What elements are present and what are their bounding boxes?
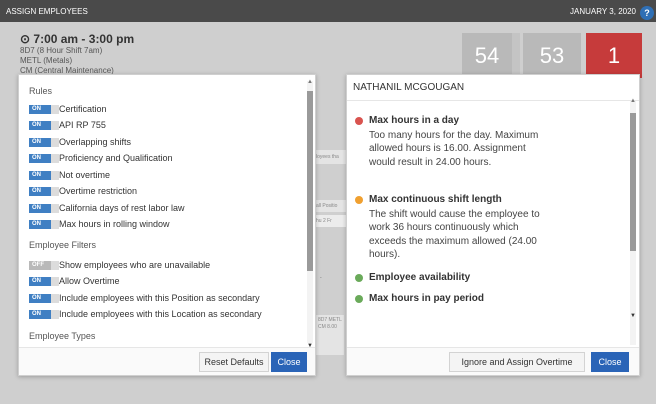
scrollbar-thumb[interactable]	[307, 91, 313, 271]
toggle-switch[interactable]: ON	[29, 293, 59, 303]
page-title: ASSIGN EMPLOYEES	[6, 6, 88, 16]
filter-allow-overtime[interactable]: ON Allow Overtime	[29, 275, 120, 287]
issue-max-hours-pay-period: Max hours in pay period	[355, 293, 484, 304]
filter-label: Allow Overtime	[59, 276, 120, 286]
issue-max-hours-day: Max hours in a day	[355, 115, 459, 126]
background-position-label: all Positio	[316, 200, 346, 212]
rule-api-rp-755[interactable]: ON API RP 755	[29, 119, 106, 131]
rule-proficiency[interactable]: ON Proficiency and Qualification	[29, 152, 173, 164]
issues-footer: Ignore and Assign Overtime Close	[347, 347, 639, 375]
clock-icon: ⊙	[20, 32, 31, 46]
scroll-up-icon[interactable]: ▲	[307, 79, 313, 85]
scroll-down-icon[interactable]: ▼	[630, 313, 636, 319]
rule-label: Certification	[59, 104, 107, 114]
background-dash: -	[320, 275, 322, 281]
toggle-switch[interactable]: OFF	[29, 260, 59, 270]
employee-name: NATHANIL MCGOUGAN	[347, 75, 639, 101]
rule-max-hours-rolling[interactable]: ON Max hours in rolling window	[29, 218, 170, 230]
issue-description: The shift would cause the employee to wo…	[369, 209, 540, 260]
rule-label: Overlapping shifts	[59, 137, 132, 147]
scroll-up-icon[interactable]: ▲	[630, 98, 636, 104]
rule-label: Max hours in rolling window	[59, 219, 170, 229]
filter-secondary-location[interactable]: ON Include employees with this Location a…	[29, 308, 262, 320]
toggle-switch[interactable]: ON	[29, 170, 59, 180]
rule-label: Not overtime	[59, 170, 111, 180]
toggle-switch[interactable]: ON	[29, 137, 59, 147]
rule-overtime-restriction[interactable]: ON Overtime restriction	[29, 185, 137, 197]
green-status-dot-icon	[355, 273, 363, 282]
filter-label: Show employees who are unavailable	[59, 260, 211, 270]
reset-defaults-button[interactable]: Reset Defaults	[199, 352, 269, 372]
count-total: 54	[462, 33, 512, 78]
close-button[interactable]: Close	[271, 352, 307, 372]
toggle-switch[interactable]: ON	[29, 276, 59, 286]
toggle-switch[interactable]: ON	[29, 153, 59, 163]
rule-label: Proficiency and Qualification	[59, 153, 173, 163]
issue-max-continuous-shift: Max continuous shift length	[355, 194, 502, 205]
issue-description: Too many hours for the day. Maximum allo…	[369, 130, 539, 168]
rules-scrollbar[interactable]: ▲ ▼	[307, 79, 313, 349]
background-employees-label: loyees tha	[316, 150, 346, 164]
background-days-header: hu 2 Fr	[316, 215, 346, 227]
shift-time: ⊙ 7:00 am - 3:00 pm	[20, 32, 135, 46]
toggle-switch[interactable]: ON	[29, 219, 59, 229]
rule-overlapping-shifts[interactable]: ON Overlapping shifts	[29, 136, 131, 148]
filter-secondary-position[interactable]: ON Include employees with this Position a…	[29, 292, 260, 304]
toggle-switch[interactable]: ON	[29, 203, 59, 213]
count-conflicts: 1	[586, 33, 642, 78]
scrollbar-thumb[interactable]	[630, 113, 636, 251]
green-status-dot-icon	[355, 294, 363, 303]
filters-heading: Employee Filters	[29, 240, 97, 250]
close-button[interactable]: Close	[591, 352, 629, 372]
shift-code: 8D7 (8 Hour Shift 7am)	[20, 46, 103, 55]
ignore-assign-overtime-button[interactable]: Ignore and Assign Overtime	[449, 352, 585, 372]
issue-employee-availability: Employee availability	[355, 272, 470, 283]
filter-label: Include employees with this Location as …	[59, 309, 262, 319]
date-label: JANUARY 3, 2020	[570, 6, 636, 16]
help-icon[interactable]: ?	[640, 6, 654, 20]
filter-label: Include employees with this Position as …	[59, 293, 260, 303]
employee-issues-panel: NATHANIL MCGOUGAN ▲ ▼ Max hours in a day…	[346, 74, 640, 376]
shift-position: METL (Metals)	[20, 56, 73, 65]
filter-show-unavailable[interactable]: OFF Show employees who are unavailable	[29, 259, 210, 271]
rule-label: California days of rest labor law	[59, 203, 185, 213]
rule-label: Overtime restriction	[59, 186, 138, 196]
toggle-switch[interactable]: ON	[29, 309, 59, 319]
count-separator	[512, 33, 520, 78]
types-heading: Employee Types	[29, 331, 96, 341]
top-bar: ASSIGN EMPLOYEES JANUARY 3, 2020	[0, 0, 656, 22]
rules-panel: ▲ ▼ Rules ON Certification ON API RP 755 O…	[18, 74, 316, 376]
rules-footer: Reset Defaults Close	[19, 347, 315, 375]
toggle-switch[interactable]: ON	[29, 120, 59, 130]
orange-status-dot-icon	[355, 195, 363, 204]
rule-certification[interactable]: ON Certification	[29, 103, 107, 115]
rule-not-overtime[interactable]: ON Not overtime	[29, 169, 110, 181]
shift-info: ⊙ 7:00 am - 3:00 pm 8D7 (8 Hour Shift 7a…	[20, 32, 134, 76]
rule-label: API RP 755	[59, 120, 106, 130]
red-status-dot-icon	[355, 116, 363, 125]
toggle-switch[interactable]: ON	[29, 186, 59, 196]
issues-scrollbar[interactable]: ▲ ▼	[630, 98, 636, 345]
count-assigned: 53	[523, 33, 581, 78]
rule-california-rest[interactable]: ON California days of rest labor law	[29, 202, 185, 214]
toggle-switch[interactable]: ON	[29, 104, 59, 114]
rules-heading: Rules	[29, 86, 53, 96]
background-shift-cell: 8D7 METL CM 8.00	[316, 315, 344, 355]
